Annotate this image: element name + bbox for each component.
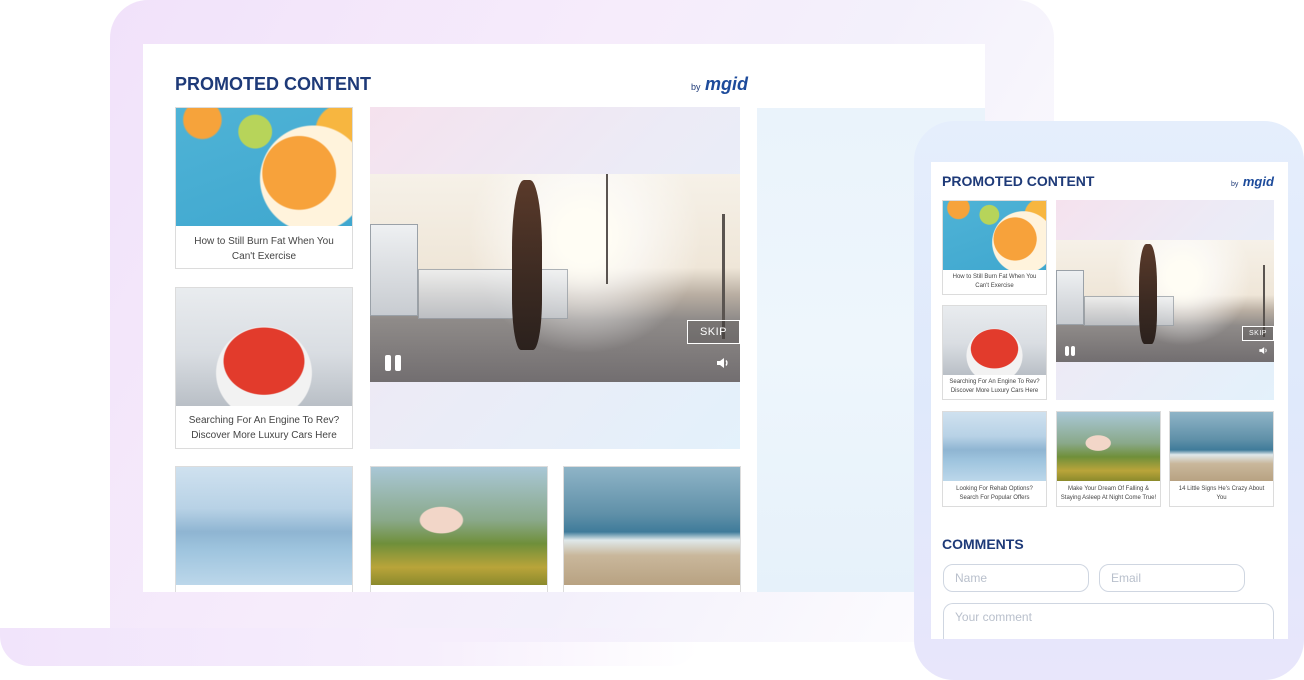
truck-shape (1056, 270, 1084, 325)
promo-card[interactable]: How to Still Burn Fat When You Can't Exe… (942, 200, 1047, 295)
name-input[interactable] (943, 564, 1089, 592)
comments-title: COMMENTS (942, 536, 1024, 552)
promo-card-caption: How to Still Burn Fat When You Can't Exe… (194, 236, 334, 262)
mgid-logo[interactable]: by mgid (1231, 173, 1274, 191)
volume-icon[interactable] (715, 355, 731, 371)
citrus-drink-photo (176, 108, 352, 226)
promo-card[interactable]: How to Still Burn Fat When You Can't Exe… (175, 107, 353, 269)
promo-card-caption: Looking For Rehab Options? Search For Po… (956, 486, 1033, 501)
promo-card-caption: Make Your Dream Of Falling & Staying Asl… (1060, 486, 1157, 501)
video-ad-block[interactable]: SKIP (370, 107, 740, 449)
runner-figure (1139, 244, 1157, 344)
promoted-content-title: PROMOTED CONTENT (942, 173, 1095, 189)
floating-woman-photo (371, 467, 547, 585)
brand-by-label: by (1231, 181, 1239, 188)
truck-shape (370, 224, 418, 316)
mgid-logo[interactable]: by mgid (691, 74, 748, 95)
trailer-shape (418, 269, 568, 319)
skip-button[interactable]: SKIP (1242, 326, 1274, 341)
laptop-base (0, 628, 700, 666)
promo-card[interactable] (563, 466, 741, 592)
volume-icon[interactable] (1258, 345, 1269, 356)
pause-icon[interactable] (1065, 346, 1075, 356)
red-convertible-photo (943, 306, 1046, 375)
citrus-drink-photo (943, 201, 1046, 270)
runner-street-photo[interactable]: SKIP (370, 174, 740, 382)
brand-by-label: by (691, 82, 701, 92)
video-ad-block[interactable]: SKIP (1056, 200, 1274, 400)
promo-card-caption: 14 Little Signs He's Crazy About You (1178, 486, 1265, 501)
floating-woman-photo (1057, 412, 1160, 481)
runner-figure (512, 180, 542, 350)
promo-card[interactable]: Searching For An Engine To Rev? Discover… (175, 287, 353, 449)
promo-card-caption: How to Still Burn Fat When You Can't Exe… (952, 274, 1037, 289)
trailer-shape (1084, 296, 1174, 326)
promo-card[interactable]: Looking For Rehab Options? Search For Po… (942, 411, 1047, 507)
pause-icon[interactable] (385, 355, 402, 371)
promoted-content-title: PROMOTED CONTENT (175, 74, 371, 94)
comment-textarea[interactable] (943, 603, 1274, 639)
lake-swing-photo (943, 412, 1046, 481)
skip-button[interactable]: SKIP (687, 320, 740, 344)
email-input[interactable] (1099, 564, 1245, 592)
beach-woman-photo (1170, 412, 1273, 481)
red-convertible-photo (176, 288, 352, 406)
beach-woman-photo (564, 467, 740, 585)
promo-card-caption: Searching For An Engine To Rev? Discover… (188, 415, 340, 441)
promo-card[interactable] (175, 466, 353, 592)
runner-street-photo[interactable]: SKIP (1056, 240, 1274, 362)
promo-card-caption: Searching For An Engine To Rev? Discover… (949, 379, 1040, 394)
laptop-screen: PROMOTED CONTENT by mgid How to Still Bu… (143, 44, 985, 592)
brand-name: mgid (704, 74, 748, 94)
lake-swing-photo (176, 467, 352, 585)
promo-card[interactable]: 14 Little Signs He's Crazy About You (1169, 411, 1274, 507)
promo-card[interactable]: Searching For An Engine To Rev? Discover… (942, 305, 1047, 400)
utility-pole (606, 174, 608, 284)
promo-card[interactable]: Make Your Dream Of Falling & Staying Asl… (1056, 411, 1161, 507)
tablet-screen: PROMOTED CONTENT by mgid How to Still Bu… (931, 162, 1288, 639)
brand-name: mgid (1242, 174, 1274, 189)
promo-card[interactable] (370, 466, 548, 592)
